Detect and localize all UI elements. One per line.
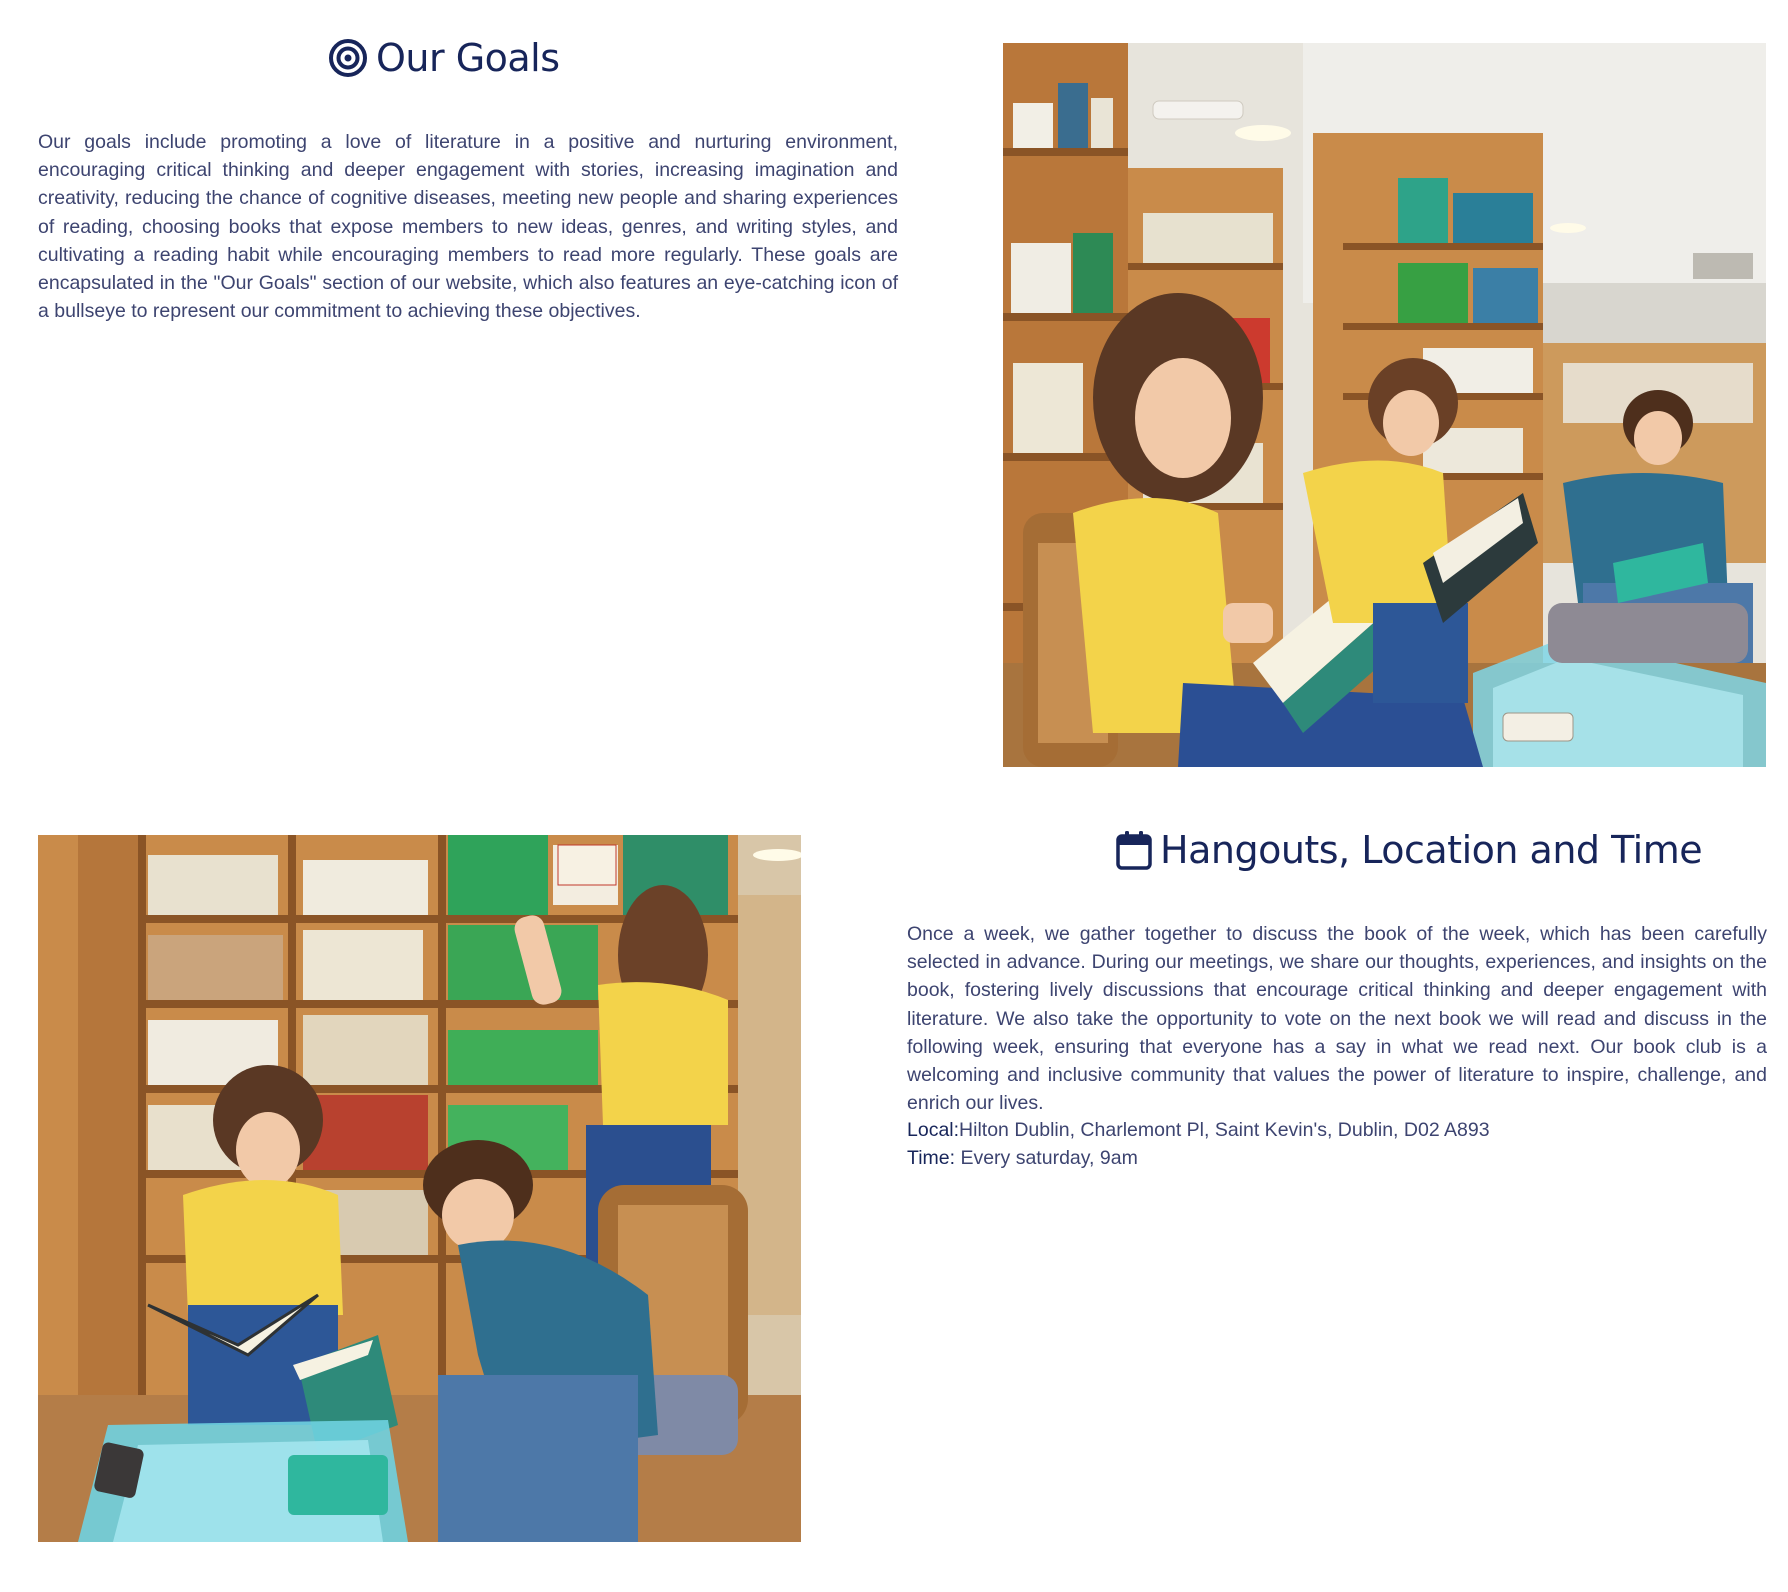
photo-students-reading-library — [1003, 43, 1766, 767]
calendar-icon — [1116, 830, 1152, 870]
hangouts-title: Hangouts, Location and Time — [1160, 828, 1703, 872]
location-line: Local:Hilton Dublin, Charlemont Pl, Sain… — [907, 1116, 1490, 1144]
time-line: Time: Every saturday, 9am — [907, 1144, 1138, 1172]
time-value: Every saturday, 9am — [955, 1147, 1138, 1169]
hangouts-description: Once a week, we gather together to discu… — [907, 923, 1767, 1115]
location-value: Hilton Dublin, Charlemont Pl, Saint Kevi… — [959, 1119, 1490, 1141]
time-label: Time: — [907, 1147, 956, 1169]
goals-title: Our Goals — [376, 36, 560, 80]
location-label: Local: — [907, 1119, 960, 1141]
hangouts-heading: Hangouts, Location and Time — [1116, 826, 1703, 874]
goals-description: Our goals include promoting a love of li… — [38, 131, 898, 323]
goals-heading: Our Goals — [328, 34, 560, 82]
photo-students-browsing-shelves — [38, 835, 801, 1542]
bullseye-icon — [328, 38, 368, 78]
